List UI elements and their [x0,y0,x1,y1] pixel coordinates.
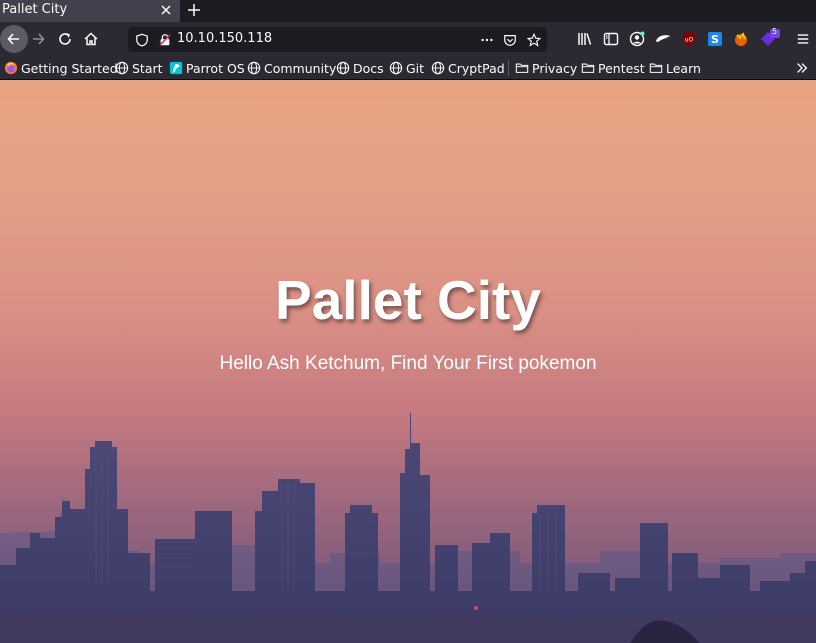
bookmark-folder-privacy[interactable]: Privacy [515,60,577,76]
bookmark-cryptpad[interactable]: CryptPad [431,60,505,76]
bookmark-label: Getting Started [21,60,118,76]
svg-text:S: S [711,33,719,46]
back-arrow-icon[interactable] [0,25,28,53]
bookmark-start[interactable]: Start [115,60,163,76]
bookmark-docs[interactable]: Docs [336,60,384,76]
bookmark-getting-started[interactable]: Getting Started [4,60,118,76]
bookmark-community[interactable]: Community [247,60,336,76]
globe-icon [115,61,129,75]
bookmark-label: Start [132,60,163,76]
bookmark-label: CryptPad [448,60,505,76]
bookmark-folder-pentest[interactable]: Pentest [581,60,645,76]
shield-icon[interactable] [134,32,150,48]
new-tab-icon[interactable] [184,0,204,20]
forward-arrow-icon[interactable] [28,30,48,48]
folder-icon [581,63,595,73]
page-subtitle: Hello Ash Ketchum, Find Your First pokem… [219,353,597,374]
folder-icon [515,63,529,73]
hamburger-menu-icon[interactable] [794,30,812,48]
url-bar[interactable]: 10.10.150.118 [128,27,547,52]
library-icon[interactable] [576,30,594,48]
bookmark-label: Parrot OS [186,60,245,76]
bookmark-label: Git [406,60,425,76]
insecure-lock-icon[interactable] [157,32,173,48]
ublock-origin-icon[interactable]: uO [680,30,698,48]
city-skyline-image [0,413,816,643]
page-content: Pallet City Hello Ash Ketchum, Find Your… [0,80,816,643]
bookmark-star-icon[interactable] [526,32,542,48]
navigation-toolbar: 10.10.150.118 uO S 5 [0,22,816,56]
parrot-icon [169,61,183,75]
page-title: Pallet City [275,269,541,331]
account-icon[interactable] [628,30,646,48]
pocket-icon[interactable] [502,32,518,48]
tab-title: Pallet City [2,2,68,17]
home-icon[interactable] [82,30,100,48]
close-tab-icon[interactable] [158,2,174,18]
bookmarks-separator [508,60,509,76]
bookmark-label: Community [264,60,337,76]
sidebar-icon[interactable] [602,30,620,48]
firefox-relay-icon[interactable] [732,30,750,48]
folder-icon [649,63,663,73]
extension-badge-icon[interactable]: 5 [758,27,782,50]
reload-icon[interactable] [56,30,74,48]
tab-strip: Pallet City [0,0,816,22]
globe-icon [389,61,403,75]
url-text: 10.10.150.118 [177,31,273,46]
page-actions-icon[interactable] [479,32,495,48]
extension-badge-count: 5 [772,27,778,36]
stylus-icon[interactable]: S [706,30,724,48]
bookmark-git[interactable]: Git [389,60,424,76]
globe-icon [431,61,445,75]
bookmark-parrot-os[interactable]: Parrot OS [169,60,245,76]
bookmark-label: Docs [353,60,384,76]
bookmark-label: Learn [666,60,701,76]
globe-icon [247,61,261,75]
more-bookmarks-chevron-icon[interactable] [793,60,811,76]
globe-icon [336,61,350,75]
firefox-icon [4,61,18,75]
bookmarks-toolbar: Getting Started Start Parrot OS Communit… [0,56,816,80]
bookmark-folder-learn[interactable]: Learn [649,60,701,76]
bookmark-label: Privacy [532,60,578,76]
bookmark-label: Pentest [598,60,645,76]
foxyproxy-icon[interactable] [654,30,672,48]
svg-text:uO: uO [685,37,694,44]
tab-pallet-city[interactable]: Pallet City [0,0,180,22]
